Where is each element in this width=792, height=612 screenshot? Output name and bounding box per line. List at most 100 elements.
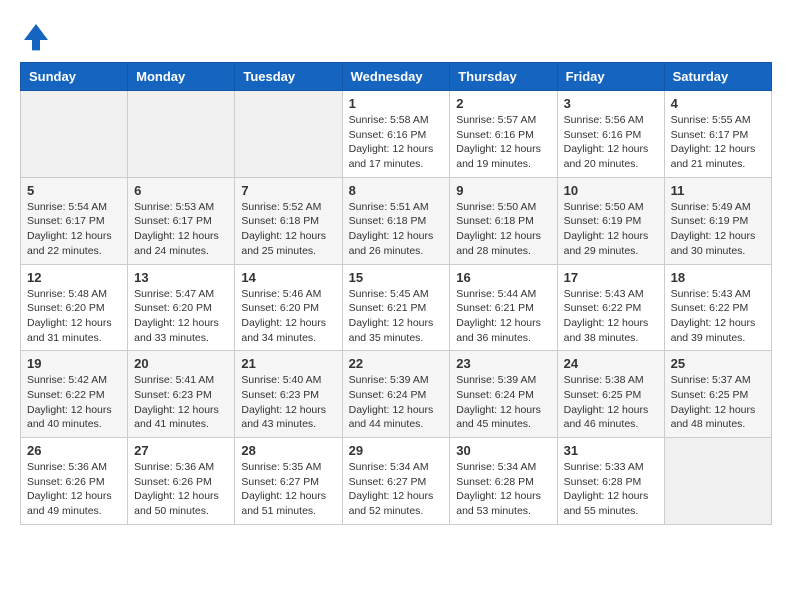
- day-number: 28: [241, 443, 335, 458]
- calendar-cell: 28 Sunrise: 5:35 AM Sunset: 6:27 PM Dayli…: [235, 438, 342, 525]
- day-number: 1: [349, 96, 444, 111]
- day-number: 14: [241, 270, 335, 285]
- calendar-cell: 23 Sunrise: 5:39 AM Sunset: 6:24 PM Dayli…: [450, 351, 557, 438]
- calendar-cell: 5 Sunrise: 5:54 AM Sunset: 6:17 PM Daylig…: [21, 177, 128, 264]
- cell-info: Sunrise: 5:36 AM Sunset: 6:26 PM Dayligh…: [27, 460, 121, 519]
- day-number: 15: [349, 270, 444, 285]
- calendar-header-thursday: Thursday: [450, 63, 557, 91]
- cell-info: Sunrise: 5:43 AM Sunset: 6:22 PM Dayligh…: [564, 287, 658, 346]
- cell-info: Sunrise: 5:33 AM Sunset: 6:28 PM Dayligh…: [564, 460, 658, 519]
- calendar-cell: 25Sunrise: 5:37 AM Sunset: 6:25 PM Dayli…: [664, 351, 771, 438]
- day-number: 9: [456, 183, 550, 198]
- cell-info: Sunrise: 5:44 AM Sunset: 6:21 PM Dayligh…: [456, 287, 550, 346]
- calendar-header-wednesday: Wednesday: [342, 63, 450, 91]
- cell-info: Sunrise: 5:43 AM Sunset: 6:22 PM Dayligh…: [671, 287, 765, 346]
- cell-info: Sunrise: 5:47 AM Sunset: 6:20 PM Dayligh…: [134, 287, 228, 346]
- cell-info: Sunrise: 5:39 AM Sunset: 6:24 PM Dayligh…: [456, 373, 550, 432]
- calendar-cell: 3 Sunrise: 5:56 AM Sunset: 6:16 PM Daylig…: [557, 91, 664, 178]
- cell-info: Sunrise: 5:38 AM Sunset: 6:25 PM Dayligh…: [564, 373, 658, 432]
- day-number: 22: [349, 356, 444, 371]
- calendar: SundayMondayTuesdayWednesdayThursdayFrid…: [20, 62, 772, 525]
- cell-info: Sunrise: 5:39 AM Sunset: 6:24 PM Dayligh…: [349, 373, 444, 432]
- calendar-cell: 29Sunrise: 5:34 AM Sunset: 6:27 PM Dayli…: [342, 438, 450, 525]
- day-number: 19: [27, 356, 121, 371]
- calendar-cell: 14 Sunrise: 5:46 AM Sunset: 6:20 PM Dayli…: [235, 264, 342, 351]
- day-number: 3: [564, 96, 658, 111]
- cell-info: Sunrise: 5:40 AM Sunset: 6:23 PM Dayligh…: [241, 373, 335, 432]
- calendar-week-row: 5 Sunrise: 5:54 AM Sunset: 6:17 PM Daylig…: [21, 177, 772, 264]
- cell-info: Sunrise: 5:50 AM Sunset: 6:19 PM Dayligh…: [564, 200, 658, 259]
- cell-info: Sunrise: 5:51 AM Sunset: 6:18 PM Dayligh…: [349, 200, 444, 259]
- day-number: 8: [349, 183, 444, 198]
- logo: [20, 20, 56, 52]
- calendar-cell: 16 Sunrise: 5:44 AM Sunset: 6:21 PM Dayli…: [450, 264, 557, 351]
- day-number: 11: [671, 183, 765, 198]
- calendar-week-row: 12 Sunrise: 5:48 AM Sunset: 6:20 PM Dayli…: [21, 264, 772, 351]
- day-number: 17: [564, 270, 658, 285]
- calendar-cell: 6 Sunrise: 5:53 AM Sunset: 6:17 PM Daylig…: [128, 177, 235, 264]
- calendar-header-tuesday: Tuesday: [235, 63, 342, 91]
- calendar-cell: 24 Sunrise: 5:38 AM Sunset: 6:25 PM Dayli…: [557, 351, 664, 438]
- header: [20, 20, 772, 52]
- calendar-header-saturday: Saturday: [664, 63, 771, 91]
- cell-info: Sunrise: 5:54 AM Sunset: 6:17 PM Dayligh…: [27, 200, 121, 259]
- day-number: 12: [27, 270, 121, 285]
- day-number: 30: [456, 443, 550, 458]
- cell-info: Sunrise: 5:45 AM Sunset: 6:21 PM Dayligh…: [349, 287, 444, 346]
- calendar-cell: 21 Sunrise: 5:40 AM Sunset: 6:23 PM Dayli…: [235, 351, 342, 438]
- calendar-cell: 2 Sunrise: 5:57 AM Sunset: 6:16 PM Daylig…: [450, 91, 557, 178]
- calendar-header-monday: Monday: [128, 63, 235, 91]
- calendar-cell: [235, 91, 342, 178]
- cell-info: Sunrise: 5:48 AM Sunset: 6:20 PM Dayligh…: [27, 287, 121, 346]
- cell-info: Sunrise: 5:57 AM Sunset: 6:16 PM Dayligh…: [456, 113, 550, 172]
- cell-info: Sunrise: 5:52 AM Sunset: 6:18 PM Dayligh…: [241, 200, 335, 259]
- calendar-cell: 31 Sunrise: 5:33 AM Sunset: 6:28 PM Dayli…: [557, 438, 664, 525]
- cell-info: Sunrise: 5:41 AM Sunset: 6:23 PM Dayligh…: [134, 373, 228, 432]
- cell-info: Sunrise: 5:46 AM Sunset: 6:20 PM Dayligh…: [241, 287, 335, 346]
- calendar-header-row: SundayMondayTuesdayWednesdayThursdayFrid…: [21, 63, 772, 91]
- calendar-week-row: 26 Sunrise: 5:36 AM Sunset: 6:26 PM Dayli…: [21, 438, 772, 525]
- cell-info: Sunrise: 5:55 AM Sunset: 6:17 PM Dayligh…: [671, 113, 765, 172]
- calendar-cell: 30 Sunrise: 5:34 AM Sunset: 6:28 PM Dayli…: [450, 438, 557, 525]
- calendar-week-row: 1 Sunrise: 5:58 AM Sunset: 6:16 PM Daylig…: [21, 91, 772, 178]
- calendar-header-sunday: Sunday: [21, 63, 128, 91]
- calendar-cell: 26 Sunrise: 5:36 AM Sunset: 6:26 PM Dayli…: [21, 438, 128, 525]
- calendar-cell: 15 Sunrise: 5:45 AM Sunset: 6:21 PM Dayli…: [342, 264, 450, 351]
- cell-info: Sunrise: 5:53 AM Sunset: 6:17 PM Dayligh…: [134, 200, 228, 259]
- day-number: 31: [564, 443, 658, 458]
- day-number: 24: [564, 356, 658, 371]
- cell-info: Sunrise: 5:34 AM Sunset: 6:28 PM Dayligh…: [456, 460, 550, 519]
- calendar-cell: 18 Sunrise: 5:43 AM Sunset: 6:22 PM Dayli…: [664, 264, 771, 351]
- calendar-cell: 12 Sunrise: 5:48 AM Sunset: 6:20 PM Dayli…: [21, 264, 128, 351]
- day-number: 6: [134, 183, 228, 198]
- calendar-cell: 19Sunrise: 5:42 AM Sunset: 6:22 PM Dayli…: [21, 351, 128, 438]
- calendar-cell: 13 Sunrise: 5:47 AM Sunset: 6:20 PM Dayli…: [128, 264, 235, 351]
- calendar-cell: 4Sunrise: 5:55 AM Sunset: 6:17 PM Daylig…: [664, 91, 771, 178]
- calendar-cell: 20Sunrise: 5:41 AM Sunset: 6:23 PM Dayli…: [128, 351, 235, 438]
- cell-info: Sunrise: 5:58 AM Sunset: 6:16 PM Dayligh…: [349, 113, 444, 172]
- day-number: 23: [456, 356, 550, 371]
- day-number: 26: [27, 443, 121, 458]
- day-number: 29: [349, 443, 444, 458]
- calendar-header-friday: Friday: [557, 63, 664, 91]
- calendar-cell: 10Sunrise: 5:50 AM Sunset: 6:19 PM Dayli…: [557, 177, 664, 264]
- day-number: 27: [134, 443, 228, 458]
- day-number: 13: [134, 270, 228, 285]
- day-number: 16: [456, 270, 550, 285]
- logo-icon: [20, 20, 52, 52]
- calendar-cell: 8 Sunrise: 5:51 AM Sunset: 6:18 PM Daylig…: [342, 177, 450, 264]
- calendar-cell: [21, 91, 128, 178]
- day-number: 5: [27, 183, 121, 198]
- day-number: 25: [671, 356, 765, 371]
- cell-info: Sunrise: 5:56 AM Sunset: 6:16 PM Dayligh…: [564, 113, 658, 172]
- day-number: 2: [456, 96, 550, 111]
- calendar-cell: 17 Sunrise: 5:43 AM Sunset: 6:22 PM Dayli…: [557, 264, 664, 351]
- day-number: 18: [671, 270, 765, 285]
- cell-info: Sunrise: 5:36 AM Sunset: 6:26 PM Dayligh…: [134, 460, 228, 519]
- cell-info: Sunrise: 5:35 AM Sunset: 6:27 PM Dayligh…: [241, 460, 335, 519]
- calendar-cell: [664, 438, 771, 525]
- cell-info: Sunrise: 5:49 AM Sunset: 6:19 PM Dayligh…: [671, 200, 765, 259]
- day-number: 21: [241, 356, 335, 371]
- calendar-cell: 27 Sunrise: 5:36 AM Sunset: 6:26 PM Dayli…: [128, 438, 235, 525]
- calendar-cell: 11 Sunrise: 5:49 AM Sunset: 6:19 PM Dayli…: [664, 177, 771, 264]
